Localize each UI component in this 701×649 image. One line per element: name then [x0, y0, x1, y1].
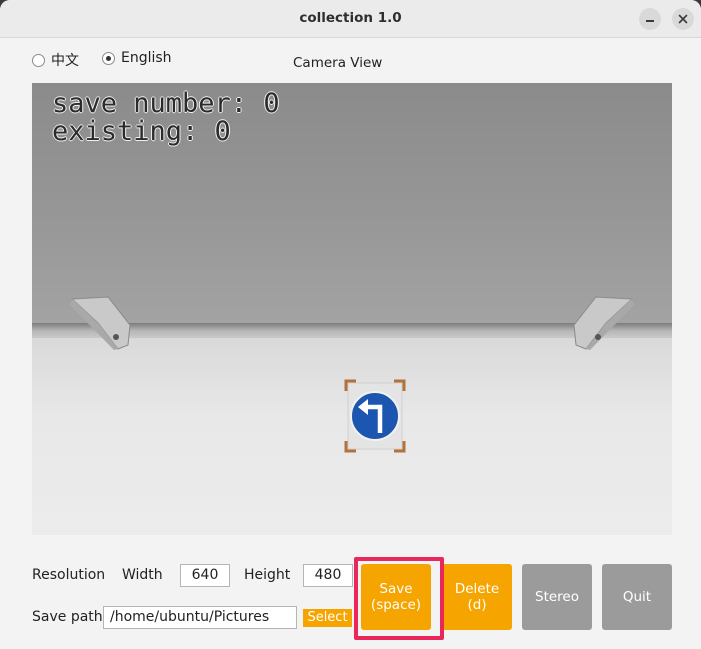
quit-button[interactable]: Quit	[602, 564, 672, 630]
left-bracket-image	[70, 296, 131, 350]
overlay-save-number: save number: 0	[52, 88, 280, 119]
height-label: Height	[244, 567, 291, 583]
turn-left-sign-image	[344, 379, 406, 453]
radio-icon	[32, 53, 45, 67]
title-bar: collection 1.0	[0, 0, 701, 38]
radio-checked-icon	[102, 51, 115, 65]
close-button[interactable]	[672, 8, 694, 30]
height-input[interactable]: 480	[303, 564, 353, 587]
radio-chinese[interactable]: 中文	[32, 50, 79, 70]
overlay-existing: existing: 0	[52, 116, 231, 147]
radio-english[interactable]: English	[102, 50, 172, 66]
select-path-button[interactable]: Select	[303, 609, 352, 627]
save-button-highlight	[354, 557, 444, 640]
delete-button-label: Delete	[454, 581, 500, 597]
delete-button[interactable]: Delete (d)	[442, 564, 512, 630]
save-path-input[interactable]: /home/ubuntu/Pictures	[103, 606, 297, 629]
save-path-label: Save path	[32, 609, 103, 625]
close-icon	[678, 14, 688, 24]
radio-chinese-label: 中文	[51, 53, 79, 69]
width-label: Width	[122, 567, 163, 583]
delete-button-shortcut: (d)	[467, 597, 487, 613]
stereo-button-label: Stereo	[535, 589, 579, 605]
right-bracket-image	[573, 296, 634, 350]
window-title: collection 1.0	[299, 10, 402, 26]
camera-view-title: Camera View	[293, 55, 383, 71]
minimize-icon	[646, 20, 654, 22]
minimize-button[interactable]	[639, 8, 661, 30]
stereo-button[interactable]: Stereo	[522, 564, 592, 630]
radio-english-label: English	[121, 50, 172, 66]
resolution-label: Resolution	[32, 567, 106, 583]
camera-view: save number: 0 existing: 0	[32, 83, 672, 535]
width-input[interactable]: 640	[180, 564, 230, 587]
quit-button-label: Quit	[622, 589, 652, 605]
app-window: collection 1.0 中文 English Camera View sa…	[0, 0, 701, 649]
